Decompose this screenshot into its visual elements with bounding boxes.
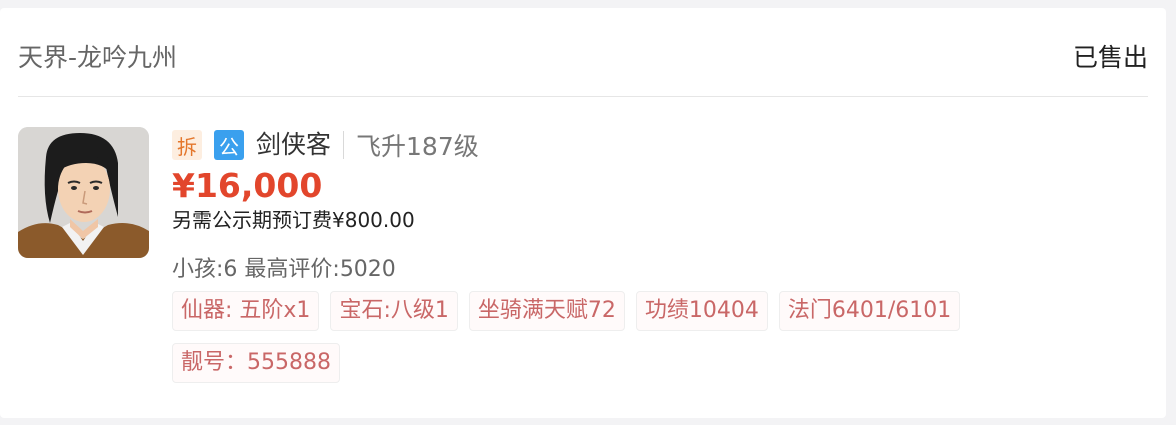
- listing-card[interactable]: 天界-龙吟九州 已售出 拆 公 剑侠客 飞升187级 ¥16,000 另需公示期…: [0, 8, 1166, 418]
- price: ¥16,000: [172, 166, 323, 205]
- tag-spell-gate: 法门6401/6101: [778, 291, 961, 331]
- character-avatar[interactable]: [18, 127, 149, 258]
- level-text: 飞升187级: [356, 132, 479, 161]
- item-info: 拆 公 剑侠客 飞升187级 ¥16,000 另需公示期预订费¥800.00 小…: [172, 127, 1148, 395]
- tag-immortal-weapon: 仙器: 五阶x1: [172, 291, 320, 331]
- card-header: 天界-龙吟九州 已售出: [18, 8, 1148, 97]
- tag-gem: 宝石:八级1: [330, 291, 458, 331]
- public-badge: 公: [214, 130, 244, 160]
- split-badge: 拆: [172, 130, 202, 160]
- tag-lucky-number: 靓号：555888: [172, 343, 340, 383]
- tag-merit: 功绩10404: [635, 291, 768, 331]
- stats-text: 小孩:6 最高评价:5020: [172, 257, 396, 282]
- reservation-fee-note: 另需公示期预订费¥800.00: [172, 208, 415, 232]
- role-name: 剑侠客: [256, 131, 345, 159]
- character-portrait-image: [18, 127, 149, 258]
- sale-status: 已售出: [1072, 43, 1148, 72]
- attribute-tags: 仙器: 五阶x1 宝石:八级1 坐骑满天赋72 功绩10404 法门6401/6…: [172, 291, 1092, 395]
- tag-mount: 坐骑满天赋72: [468, 291, 625, 331]
- server-name: 天界-龙吟九州: [18, 43, 178, 72]
- title-row: 拆 公 剑侠客 飞升187级: [172, 127, 1148, 163]
